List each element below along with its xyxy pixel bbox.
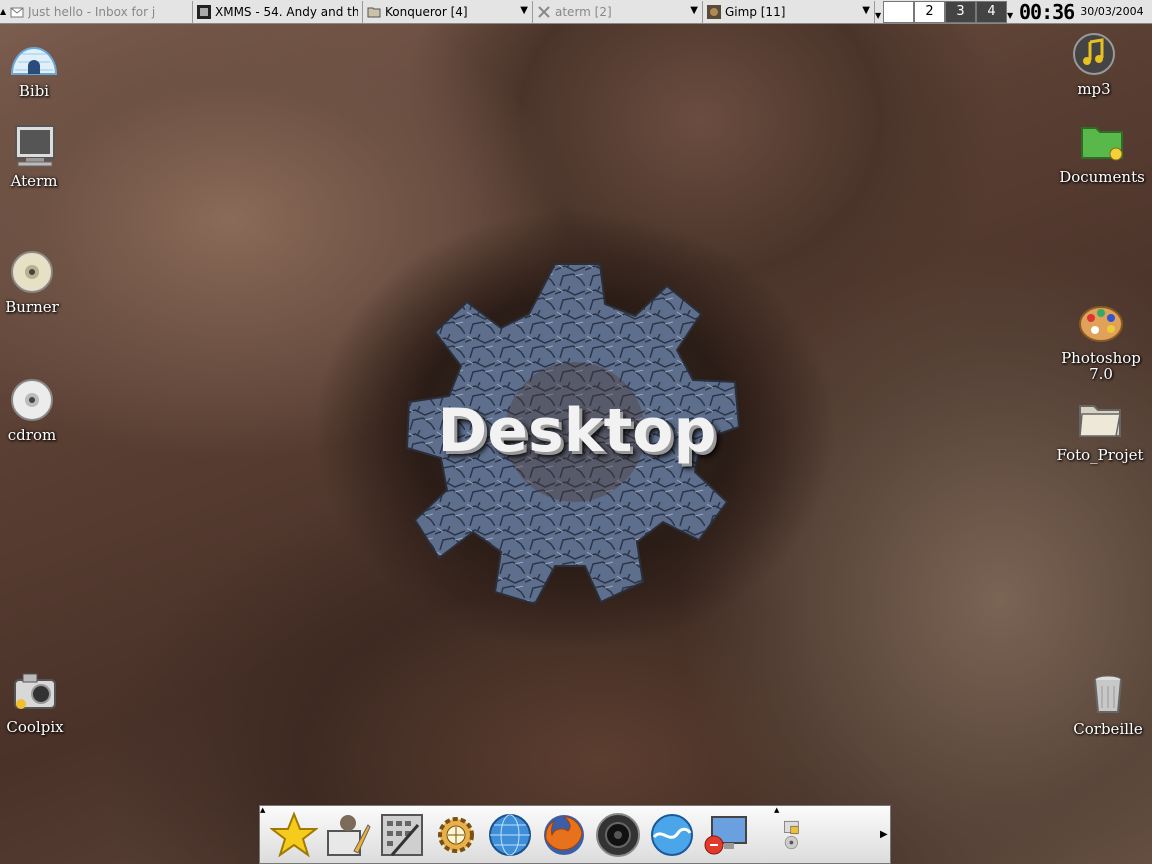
- desktop-icon-bibi[interactable]: Bibi: [4, 32, 64, 100]
- dock-calculator-button[interactable]: [376, 809, 428, 861]
- trash-icon: [1084, 670, 1132, 718]
- dock-web-gear-button[interactable]: [430, 809, 482, 861]
- editor-icon: [327, 814, 371, 856]
- cd-burner-icon: [8, 248, 56, 296]
- desktop-icon-photoshop[interactable]: Photoshop 7.0: [1058, 300, 1144, 382]
- terminal-icon: [10, 122, 58, 170]
- dock-editor-button[interactable]: [322, 809, 374, 861]
- monitor-icon: [704, 815, 747, 854]
- desktop-icon-cdrom[interactable]: cdrom: [2, 376, 62, 444]
- dock-speaker-button[interactable]: [592, 809, 644, 861]
- desktop-icon-documents[interactable]: Documents: [1058, 118, 1146, 186]
- desktop-3-button[interactable]: 3: [945, 0, 976, 23]
- green-folder-icon: [1078, 118, 1126, 166]
- tray-scroll-icon[interactable]: ▲: [774, 806, 779, 863]
- desktop-1-button[interactable]: [883, 0, 914, 23]
- desktop-2-button[interactable]: 2: [914, 0, 945, 23]
- chevron-down-icon[interactable]: ▼: [520, 5, 528, 16]
- speaker-icon: [596, 812, 640, 857]
- chevron-down-icon[interactable]: ▼: [690, 5, 698, 16]
- wave-icon: [651, 813, 693, 856]
- task-konqueror[interactable]: Konqueror [4] ▼: [363, 0, 533, 23]
- gimp-icon: [707, 4, 721, 19]
- clock[interactable]: 00:36: [1019, 0, 1075, 24]
- camera-icon: [11, 668, 59, 716]
- desktop-icon-aterm[interactable]: Aterm: [4, 122, 64, 190]
- igloo-home-icon: [10, 32, 58, 80]
- task-mail-inbox[interactable]: Just hello - Inbox for j: [6, 0, 193, 23]
- dock-globe-button[interactable]: [484, 809, 536, 861]
- x-icon: [538, 5, 550, 18]
- dock-star-button[interactable]: [268, 809, 320, 861]
- dock-firefox-button[interactable]: [538, 809, 590, 861]
- task-aterm[interactable]: aterm [2] ▼: [533, 0, 703, 23]
- dock-monitor-button[interactable]: [700, 809, 752, 861]
- mail-icon: [10, 7, 24, 17]
- folder-icon: [1076, 396, 1124, 444]
- desktop-icon-mp3[interactable]: mp3: [1064, 30, 1124, 98]
- pager-scroll-icon[interactable]: ▼: [1007, 1, 1013, 23]
- web-gear-icon: [438, 816, 474, 853]
- tray-icon: [784, 820, 799, 849]
- task-xmms[interactable]: XMMS - 54. Andy and th: [193, 0, 363, 23]
- dock-handle-icon[interactable]: ▲: [260, 806, 266, 863]
- dock-expand-arrow-icon[interactable]: ▶: [880, 829, 890, 840]
- blue-globe-icon: [489, 813, 531, 856]
- task-gimp[interactable]: Gimp [11] ▼: [703, 0, 875, 23]
- desktop-icon-coolpix[interactable]: Coolpix: [4, 668, 66, 736]
- calculator-icon: [381, 813, 423, 856]
- desktop-4-button[interactable]: 4: [976, 0, 1007, 23]
- palette-icon: [1077, 300, 1125, 348]
- date: 30/03/2004: [1080, 5, 1144, 18]
- dock-wave-button[interactable]: [646, 809, 698, 861]
- taskbar-scroll-down-icon[interactable]: ▼: [875, 1, 883, 23]
- star-icon: [270, 810, 318, 858]
- firefox-icon: [544, 814, 584, 855]
- desktop-title: Desktop: [437, 396, 717, 466]
- cdrom-icon: [8, 376, 56, 424]
- desktop-icon-burner[interactable]: Burner: [2, 248, 62, 316]
- dock-tray-button[interactable]: [780, 809, 814, 861]
- chevron-down-icon[interactable]: ▼: [862, 5, 870, 16]
- folder-icon: [367, 7, 381, 17]
- xmms-icon: [197, 4, 211, 19]
- dock-launcher: ▲ ▲ ▶: [259, 805, 891, 864]
- music-note-icon: [1070, 30, 1118, 78]
- desktop-icon-foto-projet[interactable]: Foto_Projet: [1052, 396, 1148, 464]
- desktop-icon-corbeille[interactable]: Corbeille: [1070, 670, 1146, 738]
- taskbar: ▲ Just hello - Inbox for j XMMS - 54. An…: [0, 0, 1152, 24]
